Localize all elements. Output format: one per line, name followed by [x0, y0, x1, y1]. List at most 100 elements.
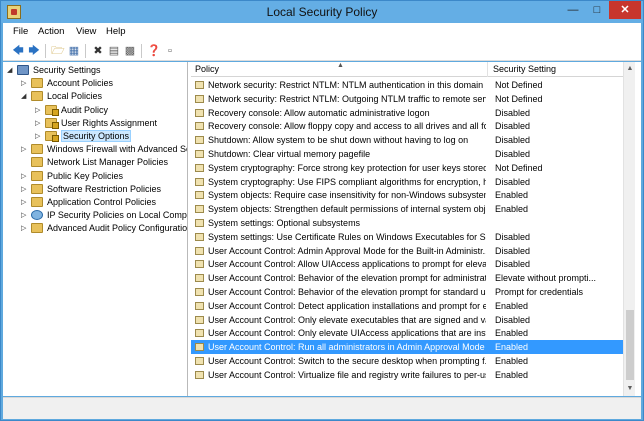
policy-name: User Account Control: Virtualize file an…	[208, 369, 486, 380]
table-row[interactable]: System objects: Strengthen default permi…	[191, 202, 623, 216]
console-icon[interactable]: ▫	[163, 44, 177, 58]
tree-item-label: Windows Firewall with Advanced Secu	[47, 144, 188, 155]
table-row[interactable]: User Account Control: Detect application…	[191, 299, 623, 313]
security-settings-icon	[17, 65, 29, 75]
show-hide-tree-icon[interactable]: ▦	[67, 44, 81, 58]
policy-name: User Account Control: Run all administra…	[208, 342, 485, 353]
security-setting-value: Not Defined	[495, 162, 543, 173]
table-row[interactable]: System cryptography: Use FIPS compliant …	[191, 175, 623, 189]
table-row[interactable]: System objects: Require case insensitivi…	[191, 188, 623, 202]
table-row[interactable]: System settings: Optional subsystems	[191, 216, 623, 230]
properties-icon[interactable]: ▤	[107, 44, 121, 58]
table-row[interactable]: Network security: Restrict NTLM: NTLM au…	[191, 78, 623, 92]
table-row[interactable]: User Account Control: Allow UIAccess app…	[191, 257, 623, 271]
policy-name: User Account Control: Only elevate UIAcc…	[208, 328, 486, 339]
help-icon[interactable]: ❓	[147, 44, 161, 58]
sort-ascending-icon: ▲	[337, 62, 344, 69]
column-header-policy[interactable]: Policy	[195, 64, 219, 74]
toolbar: 🡄 🡆 🗁 ▦ ✖ ▤ ▩ ❓ ▫	[3, 41, 641, 61]
tree-item-label: Network List Manager Policies	[47, 157, 169, 168]
tree-expander-icon[interactable]: ▷	[21, 183, 29, 196]
back-arrow-icon[interactable]: 🡄	[11, 44, 25, 58]
scroll-down-icon[interactable]: ▼	[624, 382, 636, 396]
security-setting-value: Disabled	[495, 314, 531, 325]
list-header: Policy ▲ Security Setting	[191, 62, 623, 77]
table-row[interactable]: User Account Control: Behavior of the el…	[191, 271, 623, 285]
tree-item-label: Security Settings	[33, 65, 101, 75]
column-divider[interactable]	[487, 62, 488, 77]
policy-name: System cryptography: Use FIPS compliant …	[208, 176, 486, 187]
policy-icon	[195, 94, 204, 103]
tree-expander-icon[interactable]: ▷	[21, 143, 29, 156]
minimize-button[interactable]: —	[561, 1, 585, 19]
policy-icon	[195, 163, 204, 172]
column-header-security-setting[interactable]: Security Setting	[493, 64, 556, 74]
folder-icon	[31, 197, 43, 207]
content-area: ◢ Security Settings ▷ Account Policies ◢ Loca…	[3, 62, 641, 396]
toolbar-separator	[85, 44, 86, 58]
policy-name: Network security: Restrict NTLM: Outgoin…	[208, 93, 486, 104]
close-button[interactable]: ✕	[609, 1, 641, 19]
toolbar-separator	[45, 44, 46, 58]
tree-expander-icon[interactable]: ◢	[7, 64, 15, 77]
up-folder-icon[interactable]: 🗁	[51, 44, 65, 58]
security-setting-value: Disabled	[495, 245, 531, 256]
folder-icon	[31, 78, 43, 89]
delete-icon[interactable]: ✖	[91, 44, 105, 58]
table-row[interactable]: User Account Control: Only elevate UIAcc…	[191, 326, 623, 340]
table-row[interactable]: User Account Control: Run all administra…	[191, 340, 623, 354]
tree-item-label: Public Key Policies	[47, 170, 124, 181]
tree-item-label: Advanced Audit Policy Configuration	[47, 223, 188, 234]
vertical-scrollbar[interactable]: ▲ ▼	[623, 62, 635, 396]
policy-name: User Account Control: Only elevate execu…	[208, 314, 486, 325]
table-row[interactable]: System cryptography: Force strong key pr…	[191, 161, 623, 175]
security-setting-value: Disabled	[495, 259, 531, 270]
table-row[interactable]: User Account Control: Only elevate execu…	[191, 313, 623, 327]
navigation-tree[interactable]: ◢ Security Settings ▷ Account Policies ◢ Loca…	[3, 62, 188, 396]
table-row[interactable]: User Account Control: Switch to the secu…	[191, 354, 623, 368]
policy-icon	[195, 122, 204, 131]
menu-view[interactable]: View	[76, 26, 96, 37]
tree-expander-icon[interactable]: ▷	[21, 222, 29, 235]
menu-action[interactable]: Action	[38, 26, 64, 37]
scrollbar-thumb[interactable]	[626, 310, 634, 380]
table-row[interactable]: Recovery console: Allow floppy copy and …	[191, 119, 623, 133]
policy-name: System cryptography: Force strong key pr…	[208, 162, 486, 173]
tree-expander-icon[interactable]: ▷	[21, 77, 29, 90]
policy-icon	[195, 81, 204, 89]
locked-folder-icon	[45, 104, 59, 116]
tree-expander-icon[interactable]: ▷	[21, 196, 29, 209]
policy-icon	[195, 274, 204, 283]
folder-icon	[31, 144, 43, 155]
table-row[interactable]: User Account Control: Behavior of the el…	[191, 285, 623, 299]
menu-help[interactable]: Help	[106, 26, 126, 37]
tree-expander-icon[interactable]: ◢	[21, 90, 29, 103]
policy-name: Recovery console: Allow floppy copy and …	[208, 121, 486, 132]
tree-expander-icon[interactable]: ▷	[35, 130, 43, 143]
table-row[interactable]: Shutdown: Clear virtual memory pagefile D…	[191, 147, 623, 161]
tree-expander-icon[interactable]: ▷	[35, 117, 43, 130]
tree-expander-icon[interactable]: ▷	[35, 104, 43, 117]
forward-arrow-icon[interactable]: 🡆	[27, 44, 41, 58]
maximize-button[interactable]: □	[585, 1, 609, 19]
policy-icon	[195, 218, 204, 227]
table-row[interactable]: Network security: Restrict NTLM: Outgoin…	[191, 92, 623, 106]
policy-rows: Network security: Restrict NTLM: NTLM au…	[191, 78, 623, 382]
table-row[interactable]: Shutdown: Allow system to be shut down w…	[191, 133, 623, 147]
folder-icon	[31, 170, 43, 181]
table-row[interactable]: System settings: Use Certificate Rules o…	[191, 230, 623, 244]
tree-expander-icon[interactable]: ▷	[21, 209, 29, 222]
policy-name: System settings: Optional subsystems	[208, 217, 361, 228]
tree-expander-icon[interactable]: ▷	[21, 170, 29, 183]
menu-file[interactable]: File	[13, 26, 28, 37]
security-setting-value: Prompt for credentials	[495, 286, 584, 297]
window-title: Local Security Policy	[266, 5, 378, 19]
table-row[interactable]: User Account Control: Admin Approval Mod…	[191, 244, 623, 258]
export-list-icon[interactable]: ▩	[123, 44, 137, 58]
table-row[interactable]: User Account Control: Virtualize file an…	[191, 368, 623, 382]
security-setting-value: Not Defined	[495, 93, 543, 104]
table-row[interactable]: Recovery console: Allow automatic admini…	[191, 106, 623, 120]
tree-item-label: Local Policies	[47, 91, 103, 102]
scroll-up-icon[interactable]: ▲	[624, 62, 636, 76]
title-bar[interactable]: Local Security Policy — □ ✕	[1, 1, 643, 23]
